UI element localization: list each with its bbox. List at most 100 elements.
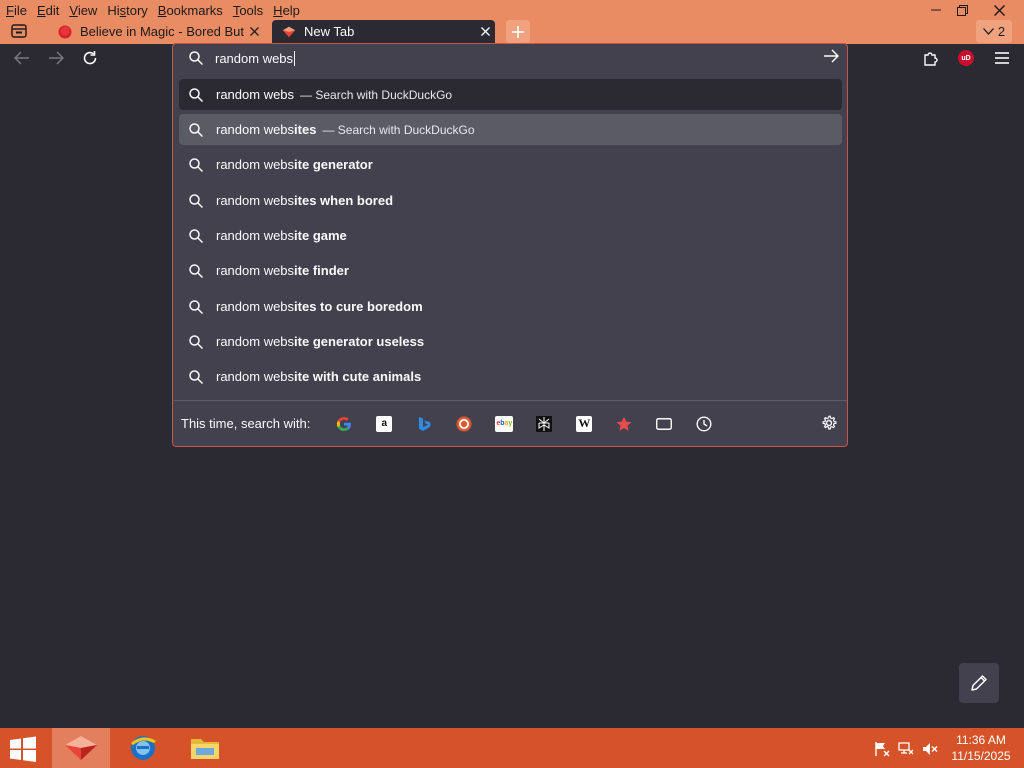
suggestion-row[interactable]: random webs ites — Search with DuckDuckGo bbox=[179, 114, 842, 145]
search-icon bbox=[189, 228, 203, 243]
app-menu-button[interactable] bbox=[988, 45, 1016, 71]
flag-icon bbox=[875, 742, 890, 757]
one-off-wikipedia[interactable]: W bbox=[564, 409, 604, 439]
search-icon bbox=[189, 369, 203, 384]
suggestion-completion: ite finder bbox=[294, 263, 349, 278]
menu-bookmarks[interactable]: Bookmarks bbox=[153, 0, 228, 20]
close-icon bbox=[993, 4, 1005, 16]
tab-close-button[interactable] bbox=[244, 24, 264, 39]
tab-title: New Tab bbox=[304, 24, 355, 39]
back-button[interactable] bbox=[8, 45, 36, 71]
start-button[interactable] bbox=[8, 736, 38, 762]
suggestion-row[interactable]: random webs ite generator bbox=[179, 149, 842, 180]
tab-title: Believe in Magic - Bored Button bbox=[80, 24, 244, 39]
search-icon bbox=[189, 334, 203, 349]
reload-icon bbox=[83, 51, 97, 65]
perplexity-icon bbox=[536, 415, 553, 432]
go-arrow-icon bbox=[824, 49, 840, 63]
clock-date: 11/15/2025 bbox=[951, 749, 1011, 763]
suggestion-typed: random webs bbox=[216, 369, 295, 384]
one-off-tabs[interactable] bbox=[644, 409, 684, 439]
one-off-ebay[interactable]: ebay bbox=[484, 409, 524, 439]
taskbar-clock[interactable]: 11:36 AM 11/15/2025 bbox=[948, 732, 1014, 764]
search-icon bbox=[189, 87, 203, 102]
restore-button[interactable] bbox=[945, 0, 979, 20]
suggestion-action: — Search with DuckDuckGo bbox=[322, 122, 475, 137]
suggestion-action: — Search with DuckDuckGo bbox=[300, 87, 453, 102]
tab-count: 2 bbox=[997, 24, 1006, 39]
suggestion-completion: ites to cure boredom bbox=[294, 299, 423, 314]
forward-arrow-icon bbox=[49, 51, 64, 65]
list-all-tabs-button[interactable]: 2 bbox=[976, 20, 1012, 43]
folder-icon bbox=[191, 739, 219, 759]
firefox-view-icon bbox=[11, 24, 27, 38]
suggestion-typed: random webs bbox=[216, 334, 295, 349]
internet-explorer-icon bbox=[131, 736, 156, 760]
action-center-flag-button[interactable] bbox=[872, 740, 892, 758]
speaker-muted-icon bbox=[923, 743, 938, 755]
suggestion-row[interactable]: random webs ites to cure boredom bbox=[179, 291, 842, 322]
taskbar-file-explorer-app[interactable] bbox=[176, 728, 234, 768]
tab-bored-button[interactable]: Believe in Magic - Bored Button bbox=[48, 20, 264, 43]
customize-new-tab-button[interactable] bbox=[959, 663, 999, 703]
suggestion-row[interactable]: random webs — Search with DuckDuckGo bbox=[179, 79, 842, 110]
one-off-bing[interactable] bbox=[404, 409, 444, 439]
menu-tools[interactable]: Tools bbox=[228, 0, 268, 20]
one-off-bookmarks[interactable] bbox=[604, 409, 644, 439]
menu-help[interactable]: Help bbox=[268, 0, 305, 20]
plus-icon bbox=[512, 25, 524, 38]
network-status-button[interactable] bbox=[896, 740, 916, 758]
one-off-amazon[interactable]: a bbox=[364, 409, 404, 439]
close-icon bbox=[480, 27, 490, 36]
tabs-icon bbox=[656, 417, 673, 430]
address-bar-panel: random webs random webs — Search with Du… bbox=[172, 43, 848, 447]
forward-button[interactable] bbox=[42, 45, 70, 71]
taskbar-browser-app[interactable] bbox=[52, 728, 110, 768]
suggestion-row[interactable]: random webs ite generator useless bbox=[179, 326, 842, 357]
minimize-icon bbox=[931, 9, 941, 11]
back-arrow-icon bbox=[14, 51, 29, 65]
menu-history[interactable]: History bbox=[102, 0, 152, 20]
volume-button[interactable] bbox=[920, 740, 940, 758]
close-icon bbox=[249, 27, 259, 36]
go-button[interactable] bbox=[823, 49, 840, 68]
search-settings-button[interactable] bbox=[821, 415, 837, 436]
one-off-duckduckgo[interactable] bbox=[444, 409, 484, 439]
one-off-google[interactable] bbox=[324, 409, 364, 439]
one-off-history[interactable] bbox=[684, 409, 724, 439]
reload-button[interactable] bbox=[76, 45, 104, 71]
ublock-origin-button[interactable]: uD bbox=[952, 45, 980, 71]
menu-file[interactable]: File bbox=[0, 0, 32, 20]
tab-close-button[interactable] bbox=[475, 24, 495, 39]
address-bar-value: random webs bbox=[215, 50, 294, 66]
suggestion-typed: random webs bbox=[216, 263, 295, 278]
search-icon bbox=[189, 157, 203, 172]
tab-new-tab[interactable]: New Tab bbox=[272, 20, 495, 43]
google-icon bbox=[337, 416, 352, 431]
extensions-button[interactable] bbox=[917, 45, 945, 71]
bookmarks-star-icon bbox=[616, 416, 632, 431]
address-bar-input[interactable]: random webs bbox=[173, 44, 847, 72]
restore-icon bbox=[956, 4, 968, 16]
suggestion-completion: ite game bbox=[294, 228, 347, 243]
clock-time: 11:36 AM bbox=[956, 733, 1006, 747]
one-off-label: This time, search with: bbox=[181, 416, 311, 431]
chevron-down-icon bbox=[982, 28, 994, 35]
hamburger-menu-icon bbox=[995, 52, 1009, 64]
one-off-perplexity[interactable] bbox=[524, 409, 564, 439]
suggestion-typed: random webs bbox=[216, 299, 295, 314]
menu-view[interactable]: View bbox=[64, 0, 102, 20]
suggestion-row[interactable]: random webs ite game bbox=[179, 220, 842, 251]
suggestion-completion: ite generator useless bbox=[294, 334, 425, 349]
suggestion-row[interactable]: random webs ites when bored bbox=[179, 185, 842, 216]
gear-icon bbox=[822, 415, 837, 430]
suggestion-row[interactable]: random webs ite with cute animals bbox=[179, 361, 842, 392]
search-icon bbox=[189, 122, 203, 137]
taskbar-internet-explorer-app[interactable] bbox=[114, 728, 172, 768]
menu-edit[interactable]: Edit bbox=[32, 0, 64, 20]
close-window-button[interactable] bbox=[976, 0, 1022, 20]
suggestion-row[interactable]: random webs ite finder bbox=[179, 255, 842, 286]
suggestion-completion: ites bbox=[294, 122, 317, 137]
new-tab-button[interactable] bbox=[506, 20, 530, 43]
firefox-view-button[interactable] bbox=[8, 21, 30, 41]
